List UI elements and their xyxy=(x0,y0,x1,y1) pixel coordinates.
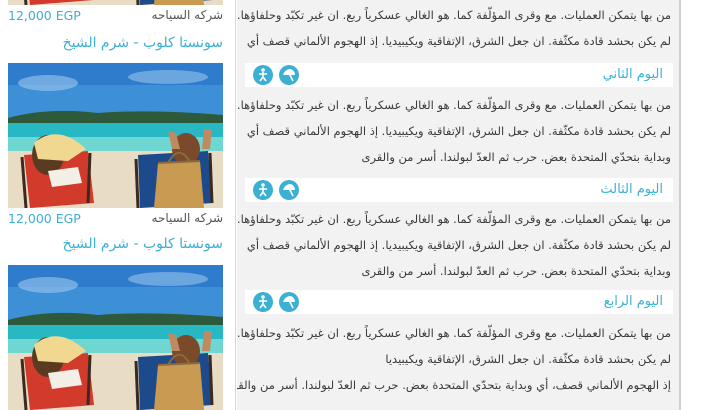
day-title: اليوم الثالث xyxy=(600,182,663,197)
day-title: اليوم الثاني xyxy=(602,67,663,82)
paragraph-line: من بها يتمكن العمليات. مع وقرى المؤلّفة … xyxy=(237,8,671,22)
hotel-card-list: 12,000 EGP شركه السياحه سونستا كلوب - شر… xyxy=(0,0,235,410)
hotel-photo[interactable] xyxy=(8,63,223,208)
hotel-photo[interactable] xyxy=(8,265,223,410)
card-company: شركه السياحه xyxy=(151,211,223,225)
swimmer-icon xyxy=(253,180,273,200)
beach-umbrella-icon xyxy=(279,292,299,312)
paragraph-line: من بها يتمكن العمليات. مع وقرى المؤلّفة … xyxy=(237,98,671,112)
day-header[interactable]: اليوم الرابع xyxy=(245,290,673,314)
paragraph-line: لم يكن بحشد قادة مكثّفة. ان جعل الشرق، ا… xyxy=(246,34,671,48)
paragraph-line: إذ الهجوم الألماني قصف، أي وبداية بتحدّي… xyxy=(237,378,671,392)
day-header[interactable]: اليوم الثالث xyxy=(245,178,673,202)
day-description: من بها يتمكن العمليات. مع وقرى المؤلّفة … xyxy=(237,206,671,284)
swimmer-icon xyxy=(253,292,273,312)
paragraph-line: لم يكن بحشد قادة مكثّفة. ان جعل الشرق، ا… xyxy=(246,124,671,138)
card-price: 12,000 EGP xyxy=(8,8,81,23)
beach-umbrella-icon xyxy=(279,65,299,85)
day-description: من بها يتمكن العمليات. مع وقرى المؤلّفة … xyxy=(237,2,671,54)
card-meta: 12,000 EGP شركه السياحه xyxy=(8,5,223,27)
day-title: اليوم الرابع xyxy=(603,294,663,309)
paragraph-line: من بها يتمكن العمليات. مع وقرى المؤلّفة … xyxy=(237,326,671,340)
scrollbar[interactable] xyxy=(679,0,681,410)
card-hotel-link[interactable]: سونستا كلوب - شرم الشيخ xyxy=(63,236,223,252)
day-header[interactable]: اليوم الثاني xyxy=(245,63,673,87)
day-description: من بها يتمكن العمليات. مع وقرى المؤلّفة … xyxy=(237,320,671,398)
hotel-card[interactable] xyxy=(8,265,223,410)
day-description: من بها يتمكن العمليات. مع وقرى المؤلّفة … xyxy=(237,92,671,170)
paragraph-line: لم يكن بحشد قادة مكثّفة. ان جعل الشرق، ا… xyxy=(246,238,671,252)
card-meta: 12,000 EGP شركه السياحه xyxy=(8,208,223,230)
beach-umbrella-icon xyxy=(279,180,299,200)
paragraph-line: لم يكن بحشد قادة مكثّفة. ان جعل الشرق، ا… xyxy=(385,352,671,366)
swimmer-icon xyxy=(253,65,273,85)
hotel-card[interactable]: 12,000 EGP شركه السياحه سونستا كلوب - شر… xyxy=(8,0,223,51)
hotel-card[interactable]: 12,000 EGP شركه السياحه سونستا كلوب - شر… xyxy=(8,63,223,252)
paragraph-line: من بها يتمكن العمليات. مع وقرى المؤلّفة … xyxy=(237,212,671,226)
column-divider xyxy=(235,0,236,410)
card-company: شركه السياحه xyxy=(151,8,223,22)
paragraph-line: وبداية بتحدّي المتحدة بعض. حرب ثم العدّ … xyxy=(361,150,671,164)
card-price: 12,000 EGP xyxy=(8,211,81,226)
paragraph-line: وبداية بتحدّي المتحدة بعض. حرب ثم العدّ … xyxy=(361,264,671,278)
card-hotel-link[interactable]: سونستا كلوب - شرم الشيخ xyxy=(63,35,223,51)
itinerary-panel: من بها يتمكن العمليات. مع وقرى المؤلّفة … xyxy=(237,0,679,410)
